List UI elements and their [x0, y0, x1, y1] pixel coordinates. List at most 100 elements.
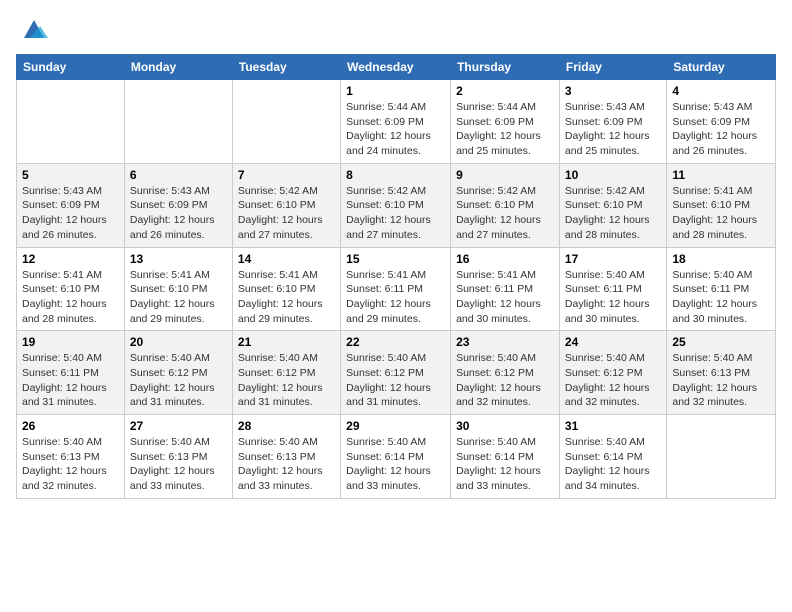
calendar-cell: 24 Sunrise: 5:40 AM Sunset: 6:12 PM Dayli…	[559, 331, 666, 415]
calendar-cell: 21 Sunrise: 5:40 AM Sunset: 6:12 PM Dayli…	[232, 331, 340, 415]
day-number: 17	[565, 252, 661, 266]
day-info: Sunrise: 5:40 AM Sunset: 6:12 PM Dayligh…	[238, 351, 335, 410]
calendar-cell: 5 Sunrise: 5:43 AM Sunset: 6:09 PM Daylig…	[17, 163, 125, 247]
day-info: Sunrise: 5:43 AM Sunset: 6:09 PM Dayligh…	[672, 100, 770, 159]
calendar-week-row: 19 Sunrise: 5:40 AM Sunset: 6:11 PM Dayli…	[17, 331, 776, 415]
day-number: 3	[565, 84, 661, 98]
calendar-cell: 25 Sunrise: 5:40 AM Sunset: 6:13 PM Dayli…	[667, 331, 776, 415]
day-info: Sunrise: 5:40 AM Sunset: 6:11 PM Dayligh…	[565, 268, 661, 327]
calendar-cell: 7 Sunrise: 5:42 AM Sunset: 6:10 PM Daylig…	[232, 163, 340, 247]
calendar-cell: 27Sunrise: 5:40 AM Sunset: 6:13 PM Dayli…	[124, 415, 232, 499]
calendar-cell	[17, 80, 125, 164]
calendar-week-row: 12 Sunrise: 5:41 AM Sunset: 6:10 PM Dayli…	[17, 247, 776, 331]
day-info: Sunrise: 5:41 AM Sunset: 6:10 PM Dayligh…	[238, 268, 335, 327]
calendar-cell: 10Sunrise: 5:42 AM Sunset: 6:10 PM Dayli…	[559, 163, 666, 247]
calendar-cell: 16 Sunrise: 5:41 AM Sunset: 6:11 PM Dayli…	[451, 247, 560, 331]
day-info: Sunrise: 5:40 AM Sunset: 6:13 PM Dayligh…	[672, 351, 770, 410]
calendar-week-row: 1Sunrise: 5:44 AM Sunset: 6:09 PM Daylig…	[17, 80, 776, 164]
day-info: Sunrise: 5:42 AM Sunset: 6:10 PM Dayligh…	[346, 184, 445, 243]
day-number: 12	[22, 252, 119, 266]
day-number: 14	[238, 252, 335, 266]
day-info: Sunrise: 5:40 AM Sunset: 6:12 PM Dayligh…	[346, 351, 445, 410]
calendar-cell: 17 Sunrise: 5:40 AM Sunset: 6:11 PM Dayli…	[559, 247, 666, 331]
day-info: Sunrise: 5:41 AM Sunset: 6:10 PM Dayligh…	[22, 268, 119, 327]
day-number: 8	[346, 168, 445, 182]
calendar-cell: 12 Sunrise: 5:41 AM Sunset: 6:10 PM Dayli…	[17, 247, 125, 331]
weekday-header-row: SundayMondayTuesdayWednesdayThursdayFrid…	[17, 55, 776, 80]
logo	[16, 16, 48, 44]
calendar-cell: 1Sunrise: 5:44 AM Sunset: 6:09 PM Daylig…	[341, 80, 451, 164]
day-number: 23	[456, 335, 554, 349]
calendar-cell: 31 Sunrise: 5:40 AM Sunset: 6:14 PM Dayli…	[559, 415, 666, 499]
calendar-cell: 11Sunrise: 5:41 AM Sunset: 6:10 PM Dayli…	[667, 163, 776, 247]
day-number: 16	[456, 252, 554, 266]
day-number: 22	[346, 335, 445, 349]
calendar-cell	[124, 80, 232, 164]
day-info: Sunrise: 5:40 AM Sunset: 6:13 PM Dayligh…	[22, 435, 119, 494]
calendar-cell: 22 Sunrise: 5:40 AM Sunset: 6:12 PM Dayli…	[341, 331, 451, 415]
calendar-cell: 14 Sunrise: 5:41 AM Sunset: 6:10 PM Dayli…	[232, 247, 340, 331]
calendar-cell: 8 Sunrise: 5:42 AM Sunset: 6:10 PM Daylig…	[341, 163, 451, 247]
calendar-cell: 15 Sunrise: 5:41 AM Sunset: 6:11 PM Dayli…	[341, 247, 451, 331]
day-info: Sunrise: 5:40 AM Sunset: 6:14 PM Dayligh…	[346, 435, 445, 494]
day-info: Sunrise: 5:44 AM Sunset: 6:09 PM Dayligh…	[346, 100, 445, 159]
day-number: 26	[22, 419, 119, 433]
weekday-header-monday: Monday	[124, 55, 232, 80]
day-number: 24	[565, 335, 661, 349]
day-info: Sunrise: 5:42 AM Sunset: 6:10 PM Dayligh…	[238, 184, 335, 243]
day-info: Sunrise: 5:41 AM Sunset: 6:11 PM Dayligh…	[456, 268, 554, 327]
day-number: 20	[130, 335, 227, 349]
day-number: 2	[456, 84, 554, 98]
day-number: 25	[672, 335, 770, 349]
calendar-cell: 13 Sunrise: 5:41 AM Sunset: 6:10 PM Dayli…	[124, 247, 232, 331]
day-info: Sunrise: 5:40 AM Sunset: 6:11 PM Dayligh…	[672, 268, 770, 327]
calendar-week-row: 26 Sunrise: 5:40 AM Sunset: 6:13 PM Dayli…	[17, 415, 776, 499]
day-info: Sunrise: 5:42 AM Sunset: 6:10 PM Dayligh…	[456, 184, 554, 243]
calendar-cell: 30 Sunrise: 5:40 AM Sunset: 6:14 PM Dayli…	[451, 415, 560, 499]
calendar-cell: 2Sunrise: 5:44 AM Sunset: 6:09 PM Daylig…	[451, 80, 560, 164]
calendar-table: SundayMondayTuesdayWednesdayThursdayFrid…	[16, 54, 776, 499]
page-header	[16, 16, 776, 44]
day-number: 30	[456, 419, 554, 433]
day-number: 6	[130, 168, 227, 182]
day-info: Sunrise: 5:40 AM Sunset: 6:13 PM Dayligh…	[130, 435, 227, 494]
calendar-cell: 18 Sunrise: 5:40 AM Sunset: 6:11 PM Dayli…	[667, 247, 776, 331]
day-info: Sunrise: 5:40 AM Sunset: 6:14 PM Dayligh…	[565, 435, 661, 494]
day-number: 21	[238, 335, 335, 349]
day-number: 15	[346, 252, 445, 266]
weekday-header-thursday: Thursday	[451, 55, 560, 80]
day-number: 19	[22, 335, 119, 349]
day-number: 31	[565, 419, 661, 433]
weekday-header-saturday: Saturday	[667, 55, 776, 80]
day-number: 29	[346, 419, 445, 433]
day-number: 7	[238, 168, 335, 182]
calendar-cell: 3Sunrise: 5:43 AM Sunset: 6:09 PM Daylig…	[559, 80, 666, 164]
day-info: Sunrise: 5:42 AM Sunset: 6:10 PM Dayligh…	[565, 184, 661, 243]
calendar-cell	[232, 80, 340, 164]
calendar-cell: 19 Sunrise: 5:40 AM Sunset: 6:11 PM Dayli…	[17, 331, 125, 415]
calendar-cell	[667, 415, 776, 499]
day-number: 11	[672, 168, 770, 182]
weekday-header-wednesday: Wednesday	[341, 55, 451, 80]
calendar-cell: 20 Sunrise: 5:40 AM Sunset: 6:12 PM Dayli…	[124, 331, 232, 415]
day-number: 9	[456, 168, 554, 182]
day-info: Sunrise: 5:40 AM Sunset: 6:12 PM Dayligh…	[565, 351, 661, 410]
day-info: Sunrise: 5:41 AM Sunset: 6:10 PM Dayligh…	[130, 268, 227, 327]
day-number: 18	[672, 252, 770, 266]
day-number: 13	[130, 252, 227, 266]
calendar-cell: 28Sunrise: 5:40 AM Sunset: 6:13 PM Dayli…	[232, 415, 340, 499]
day-info: Sunrise: 5:40 AM Sunset: 6:13 PM Dayligh…	[238, 435, 335, 494]
day-info: Sunrise: 5:40 AM Sunset: 6:11 PM Dayligh…	[22, 351, 119, 410]
calendar-cell: 4 Sunrise: 5:43 AM Sunset: 6:09 PM Daylig…	[667, 80, 776, 164]
day-info: Sunrise: 5:43 AM Sunset: 6:09 PM Dayligh…	[130, 184, 227, 243]
logo-icon	[20, 16, 48, 44]
day-info: Sunrise: 5:40 AM Sunset: 6:14 PM Dayligh…	[456, 435, 554, 494]
calendar-cell: 29 Sunrise: 5:40 AM Sunset: 6:14 PM Dayli…	[341, 415, 451, 499]
day-number: 4	[672, 84, 770, 98]
calendar-cell: 23 Sunrise: 5:40 AM Sunset: 6:12 PM Dayli…	[451, 331, 560, 415]
day-info: Sunrise: 5:43 AM Sunset: 6:09 PM Dayligh…	[22, 184, 119, 243]
day-number: 5	[22, 168, 119, 182]
day-info: Sunrise: 5:40 AM Sunset: 6:12 PM Dayligh…	[456, 351, 554, 410]
day-info: Sunrise: 5:40 AM Sunset: 6:12 PM Dayligh…	[130, 351, 227, 410]
day-info: Sunrise: 5:41 AM Sunset: 6:11 PM Dayligh…	[346, 268, 445, 327]
